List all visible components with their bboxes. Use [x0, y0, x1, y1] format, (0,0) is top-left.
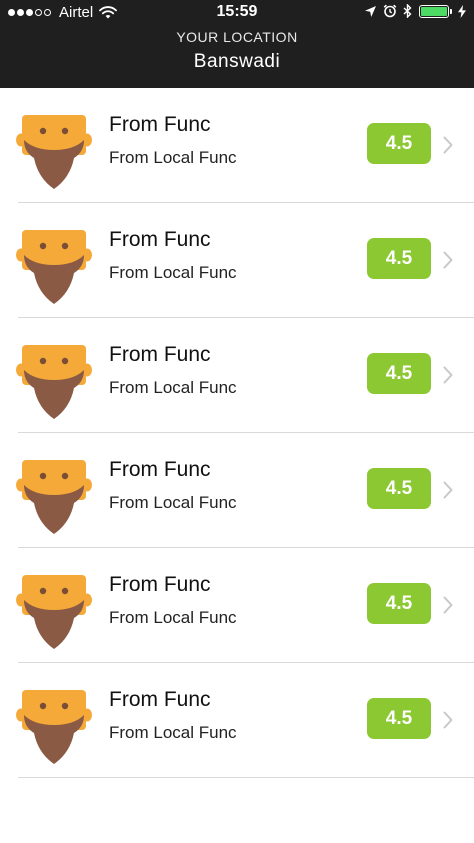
chevron-right-icon	[443, 366, 453, 384]
bearded-man-avatar-icon	[16, 460, 92, 534]
chevron-right-icon	[443, 711, 453, 729]
location-arrow-icon	[365, 5, 376, 17]
battery-tip	[450, 8, 452, 14]
results-list: From Func From Local Func 4.5 From Func …	[0, 88, 474, 778]
list-item[interactable]: From Func From Local Func 4.5	[0, 88, 474, 203]
bluetooth-icon	[403, 4, 412, 18]
list-item[interactable]: From Func From Local Func 4.5	[0, 548, 474, 663]
item-subtitle: From Local Func	[109, 493, 237, 512]
list-item[interactable]: From Func From Local Func 4.5	[0, 663, 474, 778]
item-title: From Func	[109, 688, 211, 711]
rating-badge: 4.5	[367, 238, 431, 279]
battery-level-fill	[421, 6, 447, 16]
list-item[interactable]: From Func From Local Func 4.5	[0, 318, 474, 433]
row-divider	[18, 777, 474, 778]
chevron-right-icon	[443, 481, 453, 499]
alarm-clock-icon	[383, 4, 397, 18]
item-subtitle: From Local Func	[109, 723, 237, 742]
item-title: From Func	[109, 573, 211, 596]
bearded-man-avatar-icon	[16, 575, 92, 649]
item-title: From Func	[109, 228, 211, 251]
item-title: From Func	[109, 458, 211, 481]
rating-badge: 4.5	[367, 583, 431, 624]
chevron-right-icon	[443, 136, 453, 154]
app-header: Airtel 15:59 YOUR LOCATION Banswadi	[0, 0, 474, 88]
item-subtitle: From Local Func	[109, 608, 237, 627]
rating-badge: 4.5	[367, 468, 431, 509]
bearded-man-avatar-icon	[16, 230, 92, 304]
status-right	[358, 4, 466, 18]
list-item[interactable]: From Func From Local Func 4.5	[0, 433, 474, 548]
bearded-man-avatar-icon	[16, 115, 92, 189]
bearded-man-avatar-icon	[16, 690, 92, 764]
chevron-right-icon	[443, 251, 453, 269]
location-label: YOUR LOCATION	[176, 29, 298, 45]
bearded-man-avatar-icon	[16, 345, 92, 419]
item-title: From Func	[109, 343, 211, 366]
rating-badge: 4.5	[367, 353, 431, 394]
item-title: From Func	[109, 113, 211, 136]
list-item[interactable]: From Func From Local Func 4.5	[0, 203, 474, 318]
rating-badge: 4.5	[367, 123, 431, 164]
rating-badge: 4.5	[367, 698, 431, 739]
status-bar: Airtel 15:59	[0, 0, 474, 26]
chevron-right-icon	[443, 596, 453, 614]
item-subtitle: From Local Func	[109, 378, 237, 397]
location-name[interactable]: Banswadi	[0, 51, 474, 73]
item-subtitle: From Local Func	[109, 148, 237, 167]
item-subtitle: From Local Func	[109, 263, 237, 282]
battery-icon	[419, 4, 449, 18]
charging-bolt-icon	[458, 4, 466, 18]
